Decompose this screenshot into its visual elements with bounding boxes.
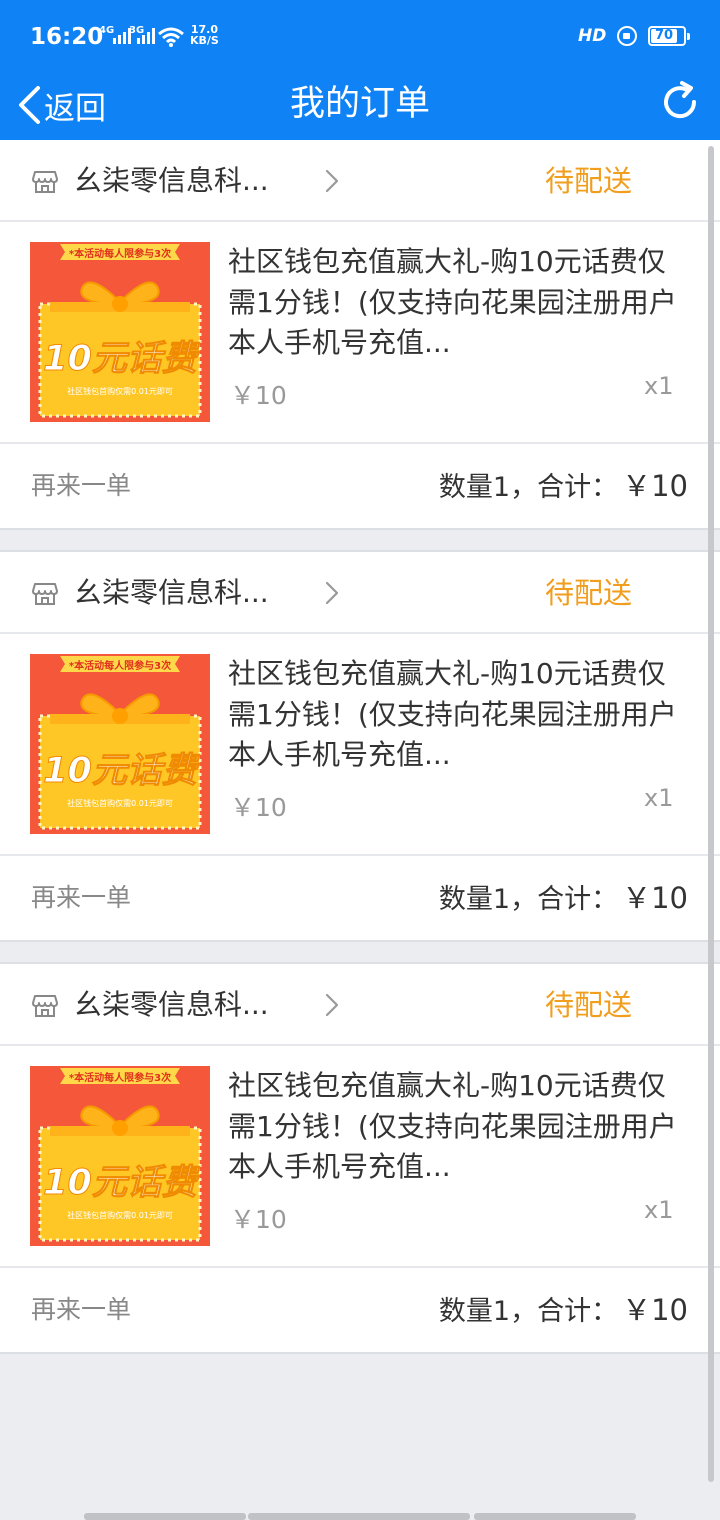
shop-name: 幺柒零信息科...: [74, 164, 269, 197]
nav-gesture-bar: [474, 1513, 636, 1520]
reorder-button[interactable]: 再来一单: [31, 1290, 131, 1330]
product-price: ￥10: [230, 381, 287, 410]
battery-icon: 70: [648, 26, 690, 46]
product-image-banner: *本活动每人限参与3次: [69, 247, 171, 260]
product-title: 社区钱包充值赢大礼-购10元话费仅需1分钱！(仅支持向花果园注册用户本人手机号充…: [228, 657, 677, 771]
order-card-footer: 再来一单 数量1，合计： ￥10: [0, 444, 720, 528]
shop-name: 幺柒零信息科...: [74, 576, 269, 609]
order-card-footer: 再来一单 数量1，合计： ￥10: [0, 856, 720, 940]
product-title: 社区钱包充值赢大礼-购10元话费仅需1分钱！(仅支持向花果园注册用户本人手机号充…: [228, 1069, 677, 1183]
order-card: 幺柒零信息科... 待配送 *本活动每人限参与3次 10元话费 社区钱包首购仅需…: [0, 140, 720, 530]
product-image: *本活动每人限参与3次 10元话费 社区钱包首购仅需0.01元即可: [30, 242, 210, 422]
rotation-lock-icon: [617, 26, 637, 46]
order-item[interactable]: *本活动每人限参与3次 10元话费 社区钱包首购仅需0.01元即可 社区钱包充值…: [0, 222, 720, 444]
order-card-header[interactable]: 幺柒零信息科... 待配送: [0, 964, 720, 1046]
summary-label: 数量1，合计：: [438, 884, 619, 915]
product-image: *本活动每人限参与3次 10元话费 社区钱包首购仅需0.01元即可: [30, 1066, 210, 1246]
wifi-icon: [158, 27, 184, 47]
product-image-caption: 社区钱包首购仅需0.01元即可: [67, 1210, 173, 1220]
shop-icon: [32, 995, 58, 1017]
battery-level: 70: [651, 29, 677, 43]
hd-icon: HD: [578, 26, 607, 46]
product-price: ￥10: [230, 1205, 287, 1234]
nav-gesture-bar: [248, 1513, 470, 1520]
shop-icon: [32, 171, 58, 193]
order-list: 幺柒零信息科... 待配送 *本活动每人限参与3次 10元话费 社区钱包首购仅需…: [0, 140, 720, 1354]
chevron-right-icon: [325, 169, 339, 193]
chevron-right-icon: [325, 581, 339, 605]
refresh-icon[interactable]: [658, 80, 702, 124]
product-title: 社区钱包充值赢大礼-购10元话费仅需1分钱！(仅支持向花果园注册用户本人手机号充…: [228, 245, 677, 359]
product-image-headline: 10元话费: [43, 1163, 201, 1203]
product-image-headline: 10元话费: [43, 751, 201, 791]
network-type-1: 4G: [99, 25, 115, 36]
product-price: ￥10: [230, 793, 287, 822]
page-title: 我的订单: [289, 84, 430, 124]
order-card-header[interactable]: 幺柒零信息科... 待配送: [0, 140, 720, 222]
shop-name: 幺柒零信息科...: [74, 988, 269, 1021]
summary-label: 数量1，合计：: [438, 472, 619, 503]
product-quantity: x1: [644, 372, 674, 400]
order-status: 待配送: [545, 576, 633, 610]
status-time: 16:20: [30, 24, 104, 50]
chevron-right-icon: [325, 993, 339, 1017]
shop-icon: [32, 583, 58, 605]
signal-icon-2: [137, 28, 155, 44]
product-quantity: x1: [644, 1196, 674, 1224]
reorder-button[interactable]: 再来一单: [31, 466, 131, 506]
order-total: ￥10: [622, 469, 688, 503]
order-card-header[interactable]: 幺柒零信息科... 待配送: [0, 552, 720, 634]
status-bar: 16:20 4G 3G 17.0 KB/S HD 70: [0, 0, 720, 72]
net-speed: 17.0 KB/S: [190, 24, 219, 46]
order-total: ￥10: [622, 881, 688, 915]
order-total: ￥10: [622, 1293, 688, 1327]
reorder-button[interactable]: 再来一单: [31, 878, 131, 918]
order-item[interactable]: *本活动每人限参与3次 10元话费 社区钱包首购仅需0.01元即可 社区钱包充值…: [0, 1046, 720, 1268]
order-status: 待配送: [545, 164, 633, 198]
product-image-headline: 10元话费: [43, 339, 201, 379]
scrollbar[interactable]: [708, 146, 714, 1482]
net-speed-unit: KB/S: [190, 34, 219, 47]
order-summary: 数量1，合计： ￥10: [439, 466, 688, 508]
product-image-banner: *本活动每人限参与3次: [69, 659, 171, 672]
order-card: 幺柒零信息科... 待配送 *本活动每人限参与3次 10元话费 社区钱包首购仅需…: [0, 550, 720, 942]
nav-bar: 返回 我的订单: [0, 72, 720, 140]
order-summary: 数量1，合计： ￥10: [439, 878, 688, 920]
product-quantity: x1: [644, 784, 674, 812]
product-image-caption: 社区钱包首购仅需0.01元即可: [67, 798, 173, 808]
product-image-caption: 社区钱包首购仅需0.01元即可: [67, 386, 173, 396]
order-item[interactable]: *本活动每人限参与3次 10元话费 社区钱包首购仅需0.01元即可 社区钱包充值…: [0, 634, 720, 856]
nav-gesture-bar: [84, 1513, 246, 1520]
summary-label: 数量1，合计：: [438, 1296, 619, 1327]
order-status: 待配送: [545, 988, 633, 1022]
order-card-footer: 再来一单 数量1，合计： ￥10: [0, 1268, 720, 1352]
order-card: 幺柒零信息科... 待配送 *本活动每人限参与3次 10元话费 社区钱包首购仅需…: [0, 962, 720, 1354]
product-image: *本活动每人限参与3次 10元话费 社区钱包首购仅需0.01元即可: [30, 654, 210, 834]
product-image-banner: *本活动每人限参与3次: [69, 1071, 171, 1084]
order-summary: 数量1，合计： ￥10: [439, 1290, 688, 1332]
